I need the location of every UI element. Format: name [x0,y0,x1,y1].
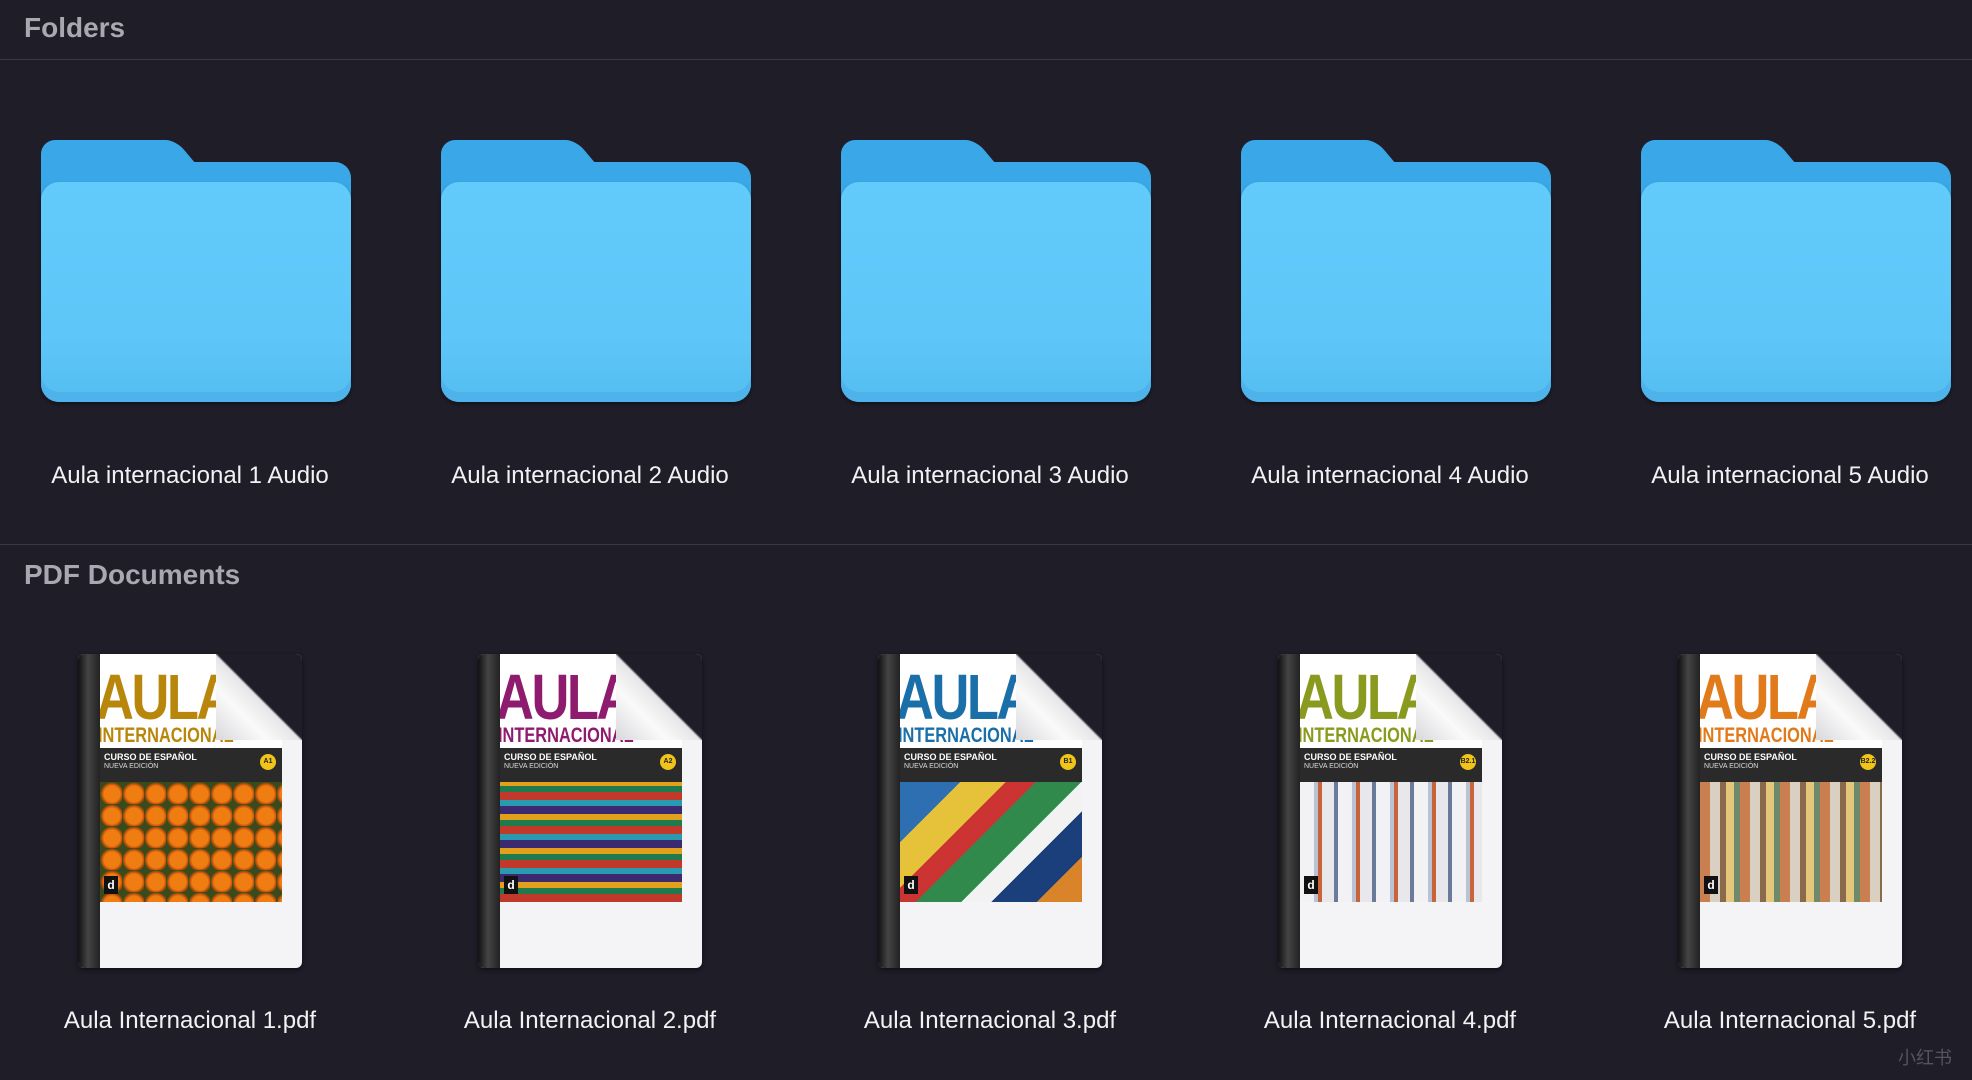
pdf-document-item[interactable]: AULA INTERNACIONAL CURSO DE ESPAÑOL NUEV… [20,654,360,1054]
pdf-document-label[interactable]: Aula Internacional 3.pdf [820,1007,1160,1035]
page-curl-icon [216,654,302,740]
page-curl-icon [1016,654,1102,740]
pdf-document-icon[interactable]: AULA INTERNACIONAL CURSO DE ESPAÑOL NUEV… [78,654,302,968]
folder-icon[interactable] [41,140,351,402]
cover-level-badge: B2.1 [1460,754,1476,770]
pdf-document-label[interactable]: Aula Internacional 2.pdf [420,1007,760,1035]
cover-title: AULA [100,661,234,733]
folder-item[interactable]: Aula internacional 4 Audio [1220,140,1560,500]
book-spine [478,654,500,968]
cover-band-subtext: NUEVA EDICIÓN [904,763,959,770]
folder-label[interactable]: Aula internacional 3 Audio [820,462,1160,490]
cover-level-badge: B1 [1060,754,1076,770]
cover-level-badge: B2.2 [1860,754,1876,770]
page-curl-icon [1416,654,1502,740]
folder-icon[interactable] [441,140,751,402]
folder-icon[interactable] [1641,140,1951,402]
publisher-logo-icon: d [904,876,918,894]
cover-photo [1300,782,1482,902]
watermark: 小红书 [1898,1048,1952,1068]
cover-subtitle: INTERNACIONAL [1300,724,1434,747]
pdf-document-label[interactable]: Aula Internacional 5.pdf [1620,1007,1960,1035]
cover-band: CURSO DE ESPAÑOL NUEVA EDICIÓN B2.1 [1300,748,1482,782]
page-curl-icon [1816,654,1902,740]
cover-title: AULA [900,661,1034,733]
book-spine [78,654,100,968]
cover-band-subtext: NUEVA EDICIÓN [1704,763,1759,770]
cover-band-text: CURSO DE ESPAÑOL [104,752,197,762]
folders-section-title: Folders [24,12,126,43]
pdf-document-icon[interactable]: AULA INTERNACIONAL CURSO DE ESPAÑOL NUEV… [1678,654,1902,968]
cover-band: CURSO DE ESPAÑOL NUEVA EDICIÓN B1 [900,748,1082,782]
cover-band: CURSO DE ESPAÑOL NUEVA EDICIÓN A1 [100,748,282,782]
pdf-document-item[interactable]: AULA INTERNACIONAL CURSO DE ESPAÑOL NUEV… [420,654,760,1054]
cover-title: AULA [500,661,634,733]
folder-item[interactable]: Aula internacional 2 Audio [420,140,760,500]
pdf-document-item[interactable]: AULA INTERNACIONAL CURSO DE ESPAÑOL NUEV… [1620,654,1960,1054]
cover-band-text: CURSO DE ESPAÑOL [1704,752,1797,762]
cover-band-subtext: NUEVA EDICIÓN [1304,763,1359,770]
pdf-document-item[interactable]: AULA INTERNACIONAL CURSO DE ESPAÑOL NUEV… [820,654,1160,1054]
cover-band: CURSO DE ESPAÑOL NUEVA EDICIÓN A2 [500,748,682,782]
cover-band-subtext: NUEVA EDICIÓN [504,763,559,770]
folder-item[interactable]: Aula internacional 3 Audio [820,140,1160,500]
cover-photo [900,782,1082,902]
cover-level-badge: A1 [260,754,276,770]
folder-label[interactable]: Aula internacional 4 Audio [1220,462,1560,490]
cover-band-text: CURSO DE ESPAÑOL [504,752,597,762]
publisher-logo-icon: d [1304,876,1318,894]
folder-label[interactable]: Aula internacional 2 Audio [420,462,760,490]
pdf-document-icon[interactable]: AULA INTERNACIONAL CURSO DE ESPAÑOL NUEV… [478,654,702,968]
cover-subtitle: INTERNACIONAL [100,724,234,747]
folder-item[interactable]: Aula internacional 5 Audio [1620,140,1960,500]
pdf-documents-section-title: PDF Documents [24,559,241,590]
page-curl-icon [616,654,702,740]
cover-photo [100,782,282,902]
publisher-logo-icon: d [1704,876,1718,894]
folder-item[interactable]: Aula internacional 1 Audio [20,140,360,500]
pdf-document-icon[interactable]: AULA INTERNACIONAL CURSO DE ESPAÑOL NUEV… [1278,654,1502,968]
cover-photo [1700,782,1882,902]
pdf-document-item[interactable]: AULA INTERNACIONAL CURSO DE ESPAÑOL NUEV… [1220,654,1560,1054]
cover-band-text: CURSO DE ESPAÑOL [1304,752,1397,762]
publisher-logo-icon: d [104,876,118,894]
cover-subtitle: INTERNACIONAL [900,724,1034,747]
cover-subtitle: INTERNACIONAL [1700,724,1834,747]
cover-photo [500,782,682,902]
folder-icon[interactable] [1241,140,1551,402]
publisher-logo-icon: d [504,876,518,894]
pdf-document-label[interactable]: Aula Internacional 1.pdf [20,1007,360,1035]
pdf-documents-section-header: PDF Documents [0,544,1972,590]
folder-label[interactable]: Aula internacional 1 Audio [20,462,360,490]
pdf-document-label[interactable]: Aula Internacional 4.pdf [1220,1007,1560,1035]
cover-band-text: CURSO DE ESPAÑOL [904,752,997,762]
folders-section-header: Folders [0,0,1972,60]
cover-band-subtext: NUEVA EDICIÓN [104,763,159,770]
cover-subtitle: INTERNACIONAL [500,724,634,747]
book-spine [1678,654,1700,968]
book-spine [1278,654,1300,968]
folder-icon[interactable] [841,140,1151,402]
folder-label[interactable]: Aula internacional 5 Audio [1620,462,1960,490]
cover-level-badge: A2 [660,754,676,770]
book-spine [878,654,900,968]
cover-title: AULA [1700,661,1834,733]
pdf-document-icon[interactable]: AULA INTERNACIONAL CURSO DE ESPAÑOL NUEV… [878,654,1102,968]
cover-band: CURSO DE ESPAÑOL NUEVA EDICIÓN B2.2 [1700,748,1882,782]
cover-title: AULA [1300,661,1434,733]
